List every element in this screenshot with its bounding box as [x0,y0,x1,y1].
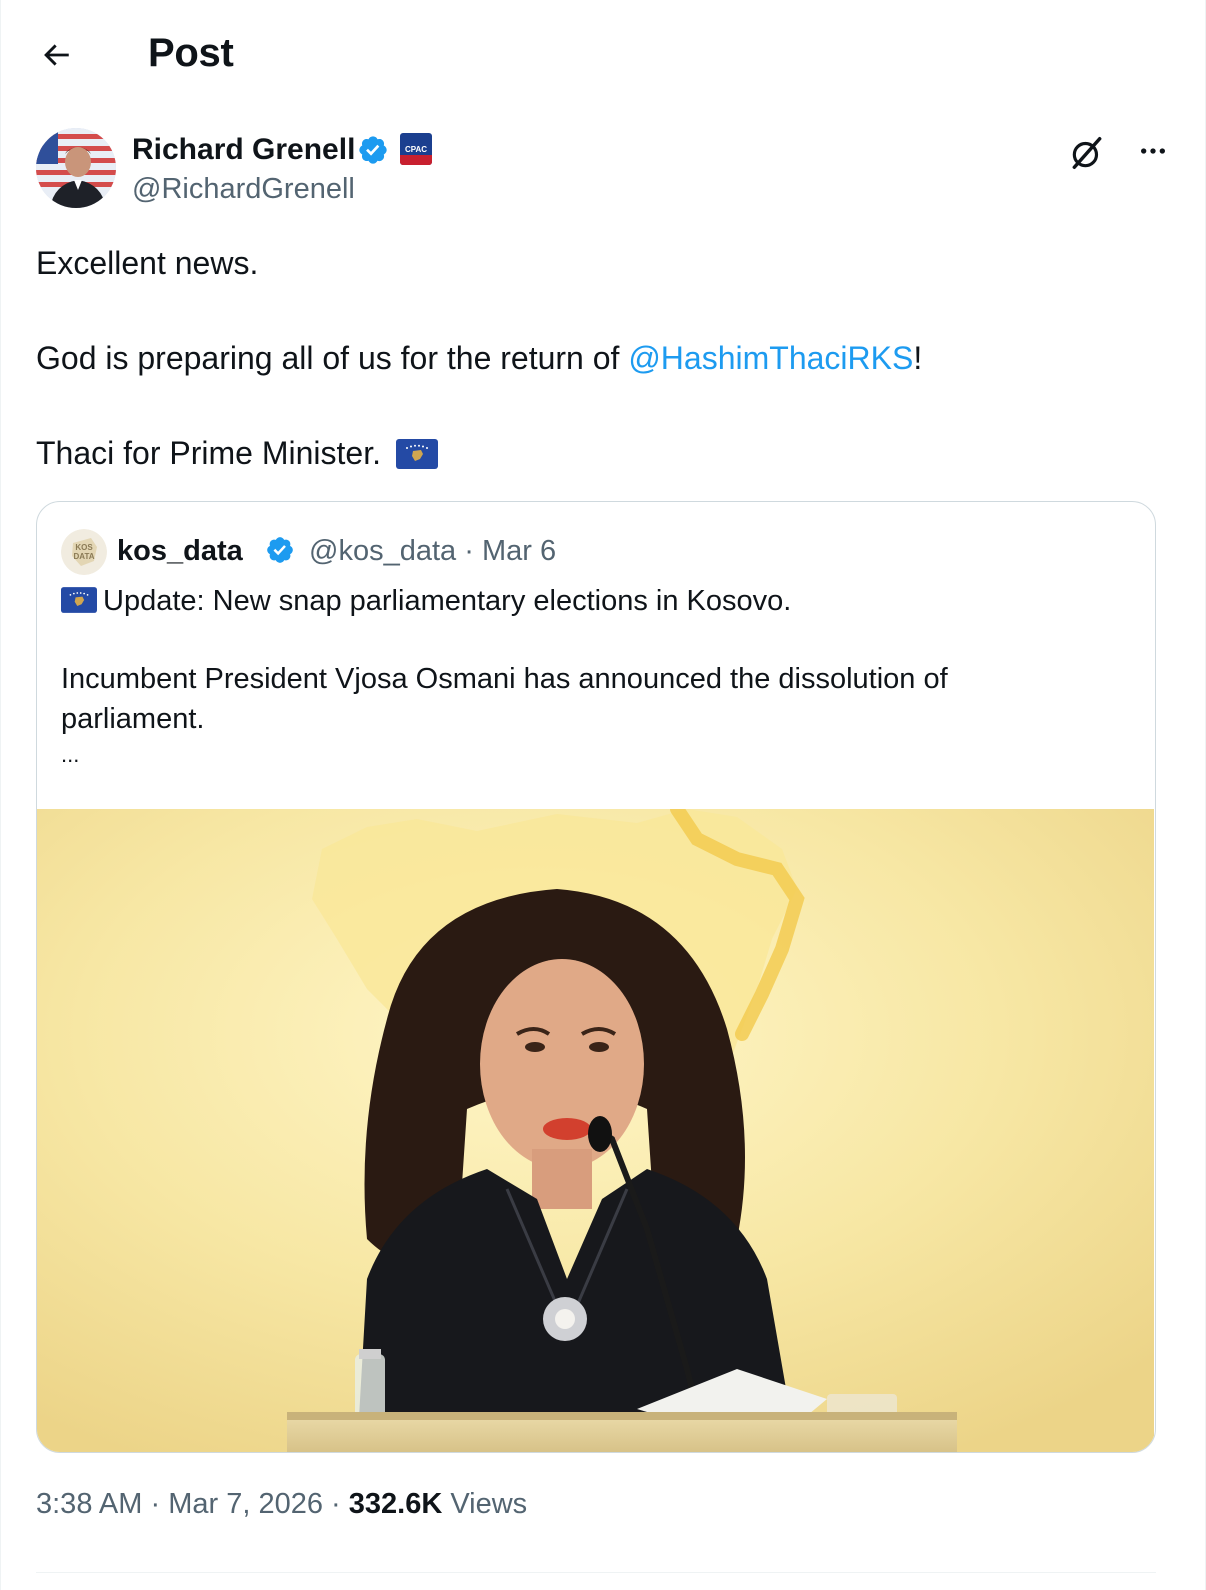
post-meta: 3:38 AM · Mar 7, 2026 · 332.6K Views [36,1486,527,1522]
post-text-prefix: God is preparing all of us for the retur… [36,340,629,376]
kosovo-flag-icon [61,587,97,614]
post-time[interactable]: 3:38 AM [36,1488,142,1520]
quoted-handle[interactable]: @kos_data [309,535,456,567]
quoted-text-line-1: Update: New snap parliamentary elections… [61,582,791,620]
quoted-text-line-2: Incumbent President Vjosa Osmani has ann… [61,663,948,695]
quoted-post-header: KOS DATA kos_data @kos_data · Mar 6 [61,526,1141,576]
avatar[interactable] [36,128,116,208]
svg-text:KOS: KOS [75,543,93,552]
more-options-button[interactable] [1132,130,1174,172]
svg-text:CPAC: CPAC [405,145,427,154]
divider [36,1572,1156,1573]
post-text-suffix: ! [913,340,923,376]
quoted-date[interactable]: Mar 6 [482,535,556,567]
author-display-name[interactable]: Richard Grenell [132,132,355,168]
views-label: Views [450,1488,528,1520]
kosovo-flag-icon [395,438,438,469]
post-header: Post [1,0,1206,106]
grok-button[interactable] [1066,132,1108,174]
cpac-badge-icon[interactable]: CPAC [400,133,432,165]
quoted-text-line-3: parliament. [61,703,205,735]
quoted-post[interactable]: KOS DATA kos_data @kos_data · Mar 6 Upda… [36,501,1156,1453]
views-count: 332.6K [348,1488,443,1520]
page-title: Post [148,31,234,75]
quoted-separator: · [464,535,474,567]
svg-text:DATA: DATA [73,552,94,561]
post-page: Post Richard Grenell CPAC @RichardGrenel… [0,0,1206,1590]
back-button[interactable] [31,30,81,80]
mention-link[interactable]: @HashimThaciRKS [628,340,913,376]
meta-separator: · [331,1488,341,1520]
arrow-left-icon [44,44,69,66]
post-text-line-1: Excellent news. [36,245,259,281]
quoted-meta: @kos_data · Mar 6 [309,533,556,569]
author-handle[interactable]: @RichardGrenell [132,172,355,206]
post-text-line-3-text: Thaci for Prime Minister. [36,435,381,471]
post-date[interactable]: Mar 7, 2026 [168,1488,323,1520]
quoted-text-line-1-text: Update: New snap parliamentary elections… [103,585,792,617]
quoted-media-image[interactable] [37,809,1154,1452]
post-text-line-3: Thaci for Prime Minister. [36,433,438,473]
post-text-line-2: God is preparing all of us for the retur… [36,338,922,378]
meta-separator: · [150,1488,161,1520]
post-author: Richard Grenell CPAC @RichardGrenell [36,128,1176,210]
verified-badge-icon [267,537,293,563]
quoted-text-ellipsis: ... [61,742,80,767]
verified-badge-icon [359,136,387,164]
quoted-display-name[interactable]: kos_data [117,533,243,569]
grok-icon [1072,137,1102,169]
more-horizontal-icon [1141,148,1165,154]
quoted-avatar[interactable]: KOS DATA [61,529,107,575]
